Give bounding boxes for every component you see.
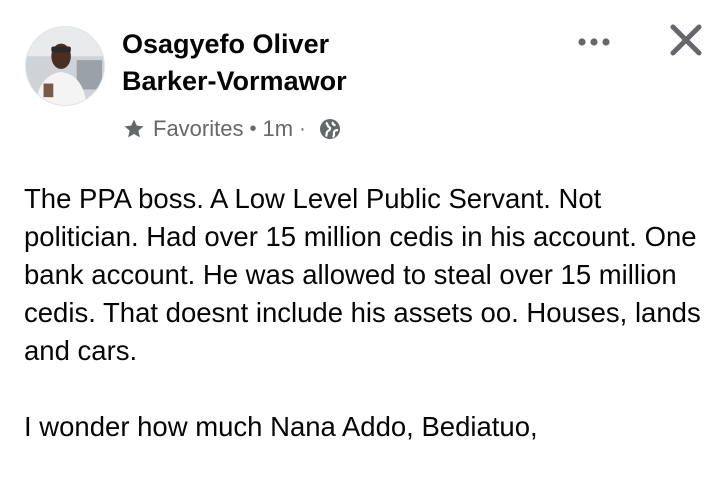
meta-separator: • (249, 117, 257, 140)
more-horizontal-icon (578, 38, 610, 46)
post-body: The PPA boss. A Low Level Public Servant… (24, 180, 714, 484)
post-meta: Favorites • 1m · (122, 114, 342, 144)
close-button[interactable] (666, 20, 706, 60)
audience-label[interactable]: Favorites (153, 116, 243, 142)
globe-icon (318, 117, 342, 141)
post-paragraph: The PPA boss. A Low Level Public Servant… (24, 183, 701, 366)
author-name[interactable]: Osagyefo Oliver Barker-Vormawor (122, 26, 562, 100)
avatar[interactable] (25, 26, 105, 106)
profile-photo (26, 27, 104, 105)
meta-dot: · (299, 117, 306, 140)
post-paragraph: I wonder how much Nana Addo, Bediatuo, (24, 411, 538, 442)
more-options-button[interactable] (574, 30, 614, 54)
author-name-line-2: Barker-Vormawor (122, 66, 347, 96)
close-icon (670, 24, 702, 56)
author-name-line-1: Osagyefo Oliver (122, 29, 330, 59)
star-icon (122, 117, 146, 141)
post-card: Osagyefo Oliver Barker-Vormawor Favorite… (0, 0, 720, 473)
post-timestamp[interactable]: 1m (263, 116, 294, 142)
